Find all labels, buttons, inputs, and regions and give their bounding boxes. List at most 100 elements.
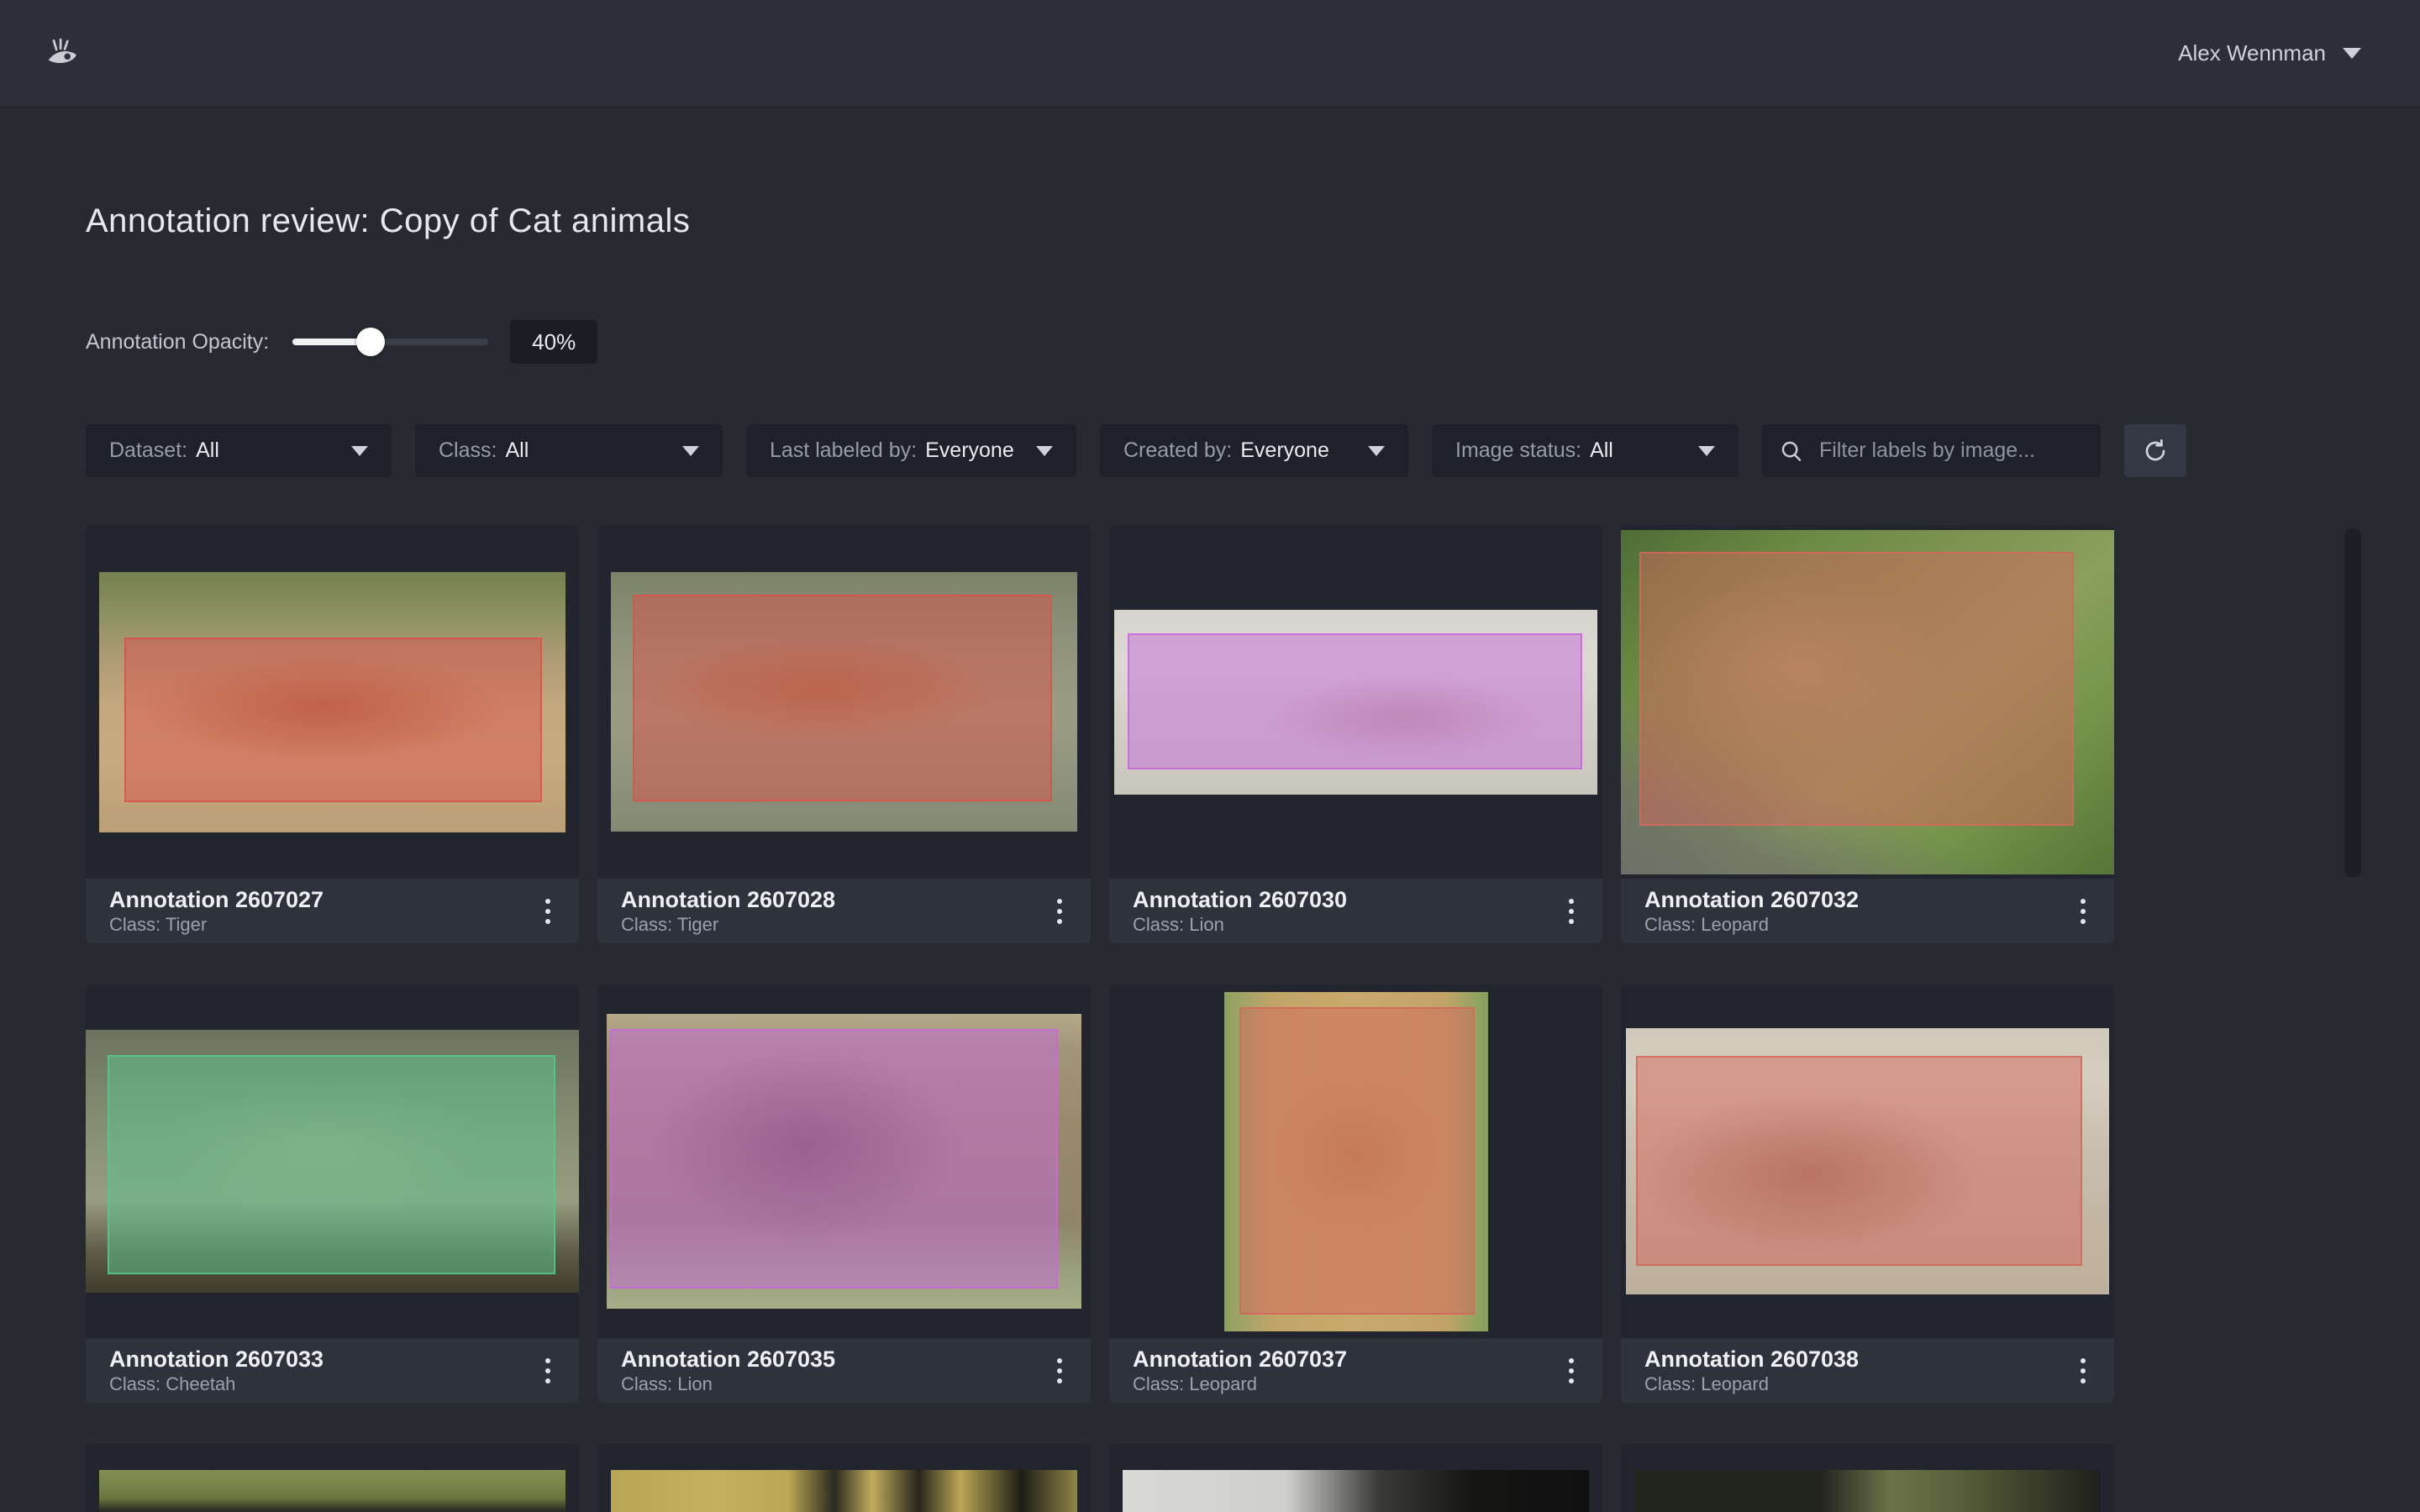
- card-menu-button[interactable]: [1049, 890, 1071, 932]
- card-class-label: Class: Leopard: [1133, 1373, 1347, 1395]
- photo-thumbnail: [607, 1014, 1081, 1309]
- annotation-card[interactable]: Annotation 2607035 Class: Lion: [597, 984, 1091, 1403]
- card-class-label: Class: Lion: [621, 1373, 835, 1395]
- photo-thumbnail: [99, 572, 566, 832]
- bounding-box-overlay: [610, 1029, 1058, 1289]
- photo-thumbnail: [1224, 992, 1488, 1331]
- annotation-image[interactable]: [86, 984, 579, 1338]
- search-input[interactable]: [1818, 438, 2084, 464]
- annotation-image[interactable]: [597, 984, 1091, 1338]
- chevron-down-icon: [1698, 446, 1715, 456]
- filter-value: All: [196, 438, 219, 463]
- bounding-box-overlay: [1128, 633, 1582, 769]
- annotation-image[interactable]: [597, 525, 1091, 879]
- filter-value: Everyone: [925, 438, 1014, 463]
- refresh-button[interactable]: [2124, 424, 2186, 477]
- photo-thumbnail: [1634, 1470, 2101, 1512]
- slider-thumb[interactable]: [356, 328, 385, 356]
- chevron-down-icon: [1368, 446, 1385, 456]
- opacity-slider[interactable]: [292, 320, 488, 364]
- bounding-box-overlay: [633, 595, 1052, 801]
- annotation-image[interactable]: [1621, 525, 2114, 879]
- search-icon: [1779, 438, 1804, 464]
- annotation-image[interactable]: [86, 525, 579, 879]
- image-filter-searchbox: [1762, 424, 2101, 477]
- filter-value: All: [1590, 438, 1613, 463]
- photo-thumbnail: [99, 1470, 566, 1512]
- filter-value: All: [505, 438, 529, 463]
- filter-label: Last labeled by:: [770, 438, 917, 463]
- card-footer: Annotation 2607030 Class: Lion: [1109, 879, 1602, 943]
- filter-dropdown[interactable]: Image status: All: [1432, 424, 1739, 477]
- filter-dropdown[interactable]: Last labeled by: Everyone: [746, 424, 1076, 477]
- card-title: Annotation 2607033: [109, 1346, 324, 1373]
- card-menu-button[interactable]: [1560, 1350, 1582, 1392]
- card-class-label: Class: Leopard: [1644, 1373, 1859, 1395]
- annotation-card[interactable]: Annotation 2607032 Class: Leopard: [1621, 525, 2114, 943]
- annotation-card-partial[interactable]: [597, 1444, 1091, 1512]
- annotation-image: [597, 1444, 1091, 1512]
- card-class-label: Class: Cheetah: [109, 1373, 324, 1395]
- chevron-down-icon: [351, 446, 368, 456]
- card-class-label: Class: Tiger: [109, 914, 324, 936]
- annotation-card-partial[interactable]: [1621, 1444, 2114, 1512]
- card-title: Annotation 2607037: [1133, 1346, 1347, 1373]
- annotation-image[interactable]: [1109, 984, 1602, 1338]
- chevron-down-icon: [682, 446, 699, 456]
- bounding-box-overlay: [1239, 1007, 1475, 1315]
- photo-thumbnail: [1114, 610, 1597, 795]
- filter-dropdown[interactable]: Created by: Everyone: [1100, 424, 1408, 477]
- card-footer: Annotation 2607033 Class: Cheetah: [86, 1338, 579, 1403]
- filter-dropdown[interactable]: Dataset: All: [86, 424, 392, 477]
- bounding-box-overlay: [1636, 1056, 2082, 1266]
- filter-bar: Dataset: All Class: All Last labeled by:…: [86, 424, 2420, 477]
- card-menu-button[interactable]: [2072, 890, 2094, 932]
- annotation-card[interactable]: Annotation 2607033 Class: Cheetah: [86, 984, 579, 1403]
- annotation-opacity-control: Annotation Opacity: 40%: [86, 320, 2420, 364]
- annotation-card[interactable]: Annotation 2607028 Class: Tiger: [597, 525, 1091, 943]
- card-menu-button[interactable]: [1560, 890, 1582, 932]
- card-menu-button[interactable]: [537, 890, 559, 932]
- chevron-down-icon: [2343, 48, 2361, 59]
- main-content: Annotation review: Copy of Cat animals A…: [0, 108, 2420, 1512]
- user-name: Alex Wennman: [2178, 40, 2326, 66]
- card-footer: Annotation 2607038 Class: Leopard: [1621, 1338, 2114, 1403]
- card-menu-button[interactable]: [1049, 1350, 1071, 1392]
- top-nav-bar: Alex Wennman: [0, 0, 2420, 108]
- chevron-down-icon: [1036, 446, 1053, 456]
- opacity-value-badge: 40%: [510, 320, 597, 364]
- annotation-card-partial[interactable]: [1109, 1444, 1602, 1512]
- photo-thumbnail: [611, 1470, 1077, 1512]
- opacity-label: Annotation Opacity:: [86, 330, 269, 354]
- filter-label: Dataset:: [109, 438, 187, 463]
- app-logo-icon[interactable]: [44, 35, 81, 72]
- filter-dropdown[interactable]: Class: All: [415, 424, 723, 477]
- card-title: Annotation 2607030: [1133, 886, 1347, 914]
- card-class-label: Class: Leopard: [1644, 914, 1859, 936]
- card-footer: Annotation 2607035 Class: Lion: [597, 1338, 1091, 1403]
- annotation-card[interactable]: Annotation 2607027 Class: Tiger: [86, 525, 579, 943]
- annotation-image: [86, 1444, 579, 1512]
- annotation-card[interactable]: Annotation 2607037 Class: Leopard: [1109, 984, 1602, 1403]
- card-title: Annotation 2607038: [1644, 1346, 1859, 1373]
- photo-thumbnail: [1123, 1470, 1589, 1512]
- card-footer: Annotation 2607037 Class: Leopard: [1109, 1338, 1602, 1403]
- annotation-image[interactable]: [1109, 525, 1602, 879]
- card-menu-button[interactable]: [2072, 1350, 2094, 1392]
- annotation-card-partial[interactable]: [86, 1444, 579, 1512]
- bounding-box-overlay: [124, 638, 542, 802]
- filter-value: Everyone: [1240, 438, 1329, 463]
- vertical-scrollbar-thumb[interactable]: [2344, 528, 2361, 878]
- card-menu-button[interactable]: [537, 1350, 559, 1392]
- annotation-card[interactable]: Annotation 2607030 Class: Lion: [1109, 525, 1602, 943]
- annotation-review-page: Alex Wennman Annotation review: Copy of …: [0, 0, 2420, 1512]
- bounding-box-overlay: [108, 1055, 555, 1274]
- annotation-image[interactable]: [1621, 984, 2114, 1338]
- card-footer: Annotation 2607032 Class: Leopard: [1621, 879, 2114, 943]
- photo-thumbnail: [1626, 1028, 2109, 1294]
- filter-label: Image status:: [1455, 438, 1581, 463]
- user-account-menu[interactable]: Alex Wennman: [2178, 40, 2361, 66]
- annotation-image: [1109, 1444, 1602, 1512]
- annotation-card[interactable]: Annotation 2607038 Class: Leopard: [1621, 984, 2114, 1403]
- photo-thumbnail: [1621, 530, 2114, 874]
